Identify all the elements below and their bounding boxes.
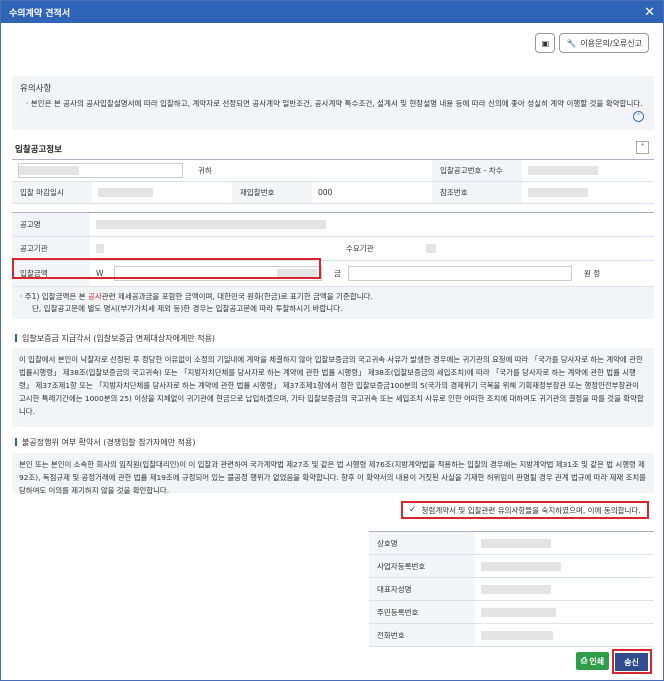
wrench-icon: 🔧 — [566, 38, 577, 48]
amount-kr-field — [348, 266, 572, 281]
agree-label: 청렴계약서 및 입찰관련 유의사항들을 숙지하였으며, 이에 동의합니다. — [421, 505, 641, 515]
amount-kr-prefix: 금 — [334, 269, 341, 278]
fair-trade-title: 불공정행위 여부 확약서 (경쟁입찰 참가자에만 적용) — [15, 437, 196, 448]
notice-panel: 유의사항 · 본인은 본 공사의 공사입찰설명서에 따라 입찰하고, 계약자로 … — [12, 76, 654, 130]
bizno-label: 사업자등록번호 — [369, 555, 475, 577]
title-bar: 수의계약 견적서 ✕ — [1, 1, 663, 23]
demand-label: 수요기관 — [346, 244, 374, 253]
recipient-field — [18, 163, 183, 178]
bid-no-label: 입찰공고번호 - 차수 — [432, 160, 522, 181]
close-icon[interactable]: ✕ — [644, 5, 655, 20]
collapse-button[interactable]: ˄ — [636, 141, 649, 154]
rrn-label: 주민등록번호 — [369, 601, 475, 623]
help-report-label: 이용문의/오류신고 — [580, 38, 642, 48]
ceo-label: 대표자성명 — [369, 578, 475, 600]
bid-info-form: 귀하 입찰공고번호 - 차수 입찰 마감일시 재입찰번호 000 참조번호 — [12, 159, 654, 204]
printer-icon: ⎙ — [580, 656, 588, 665]
amount-highlight — [12, 258, 321, 279]
notice-title: 유의사항 — [20, 84, 52, 94]
window-title: 수의계약 견적서 — [9, 8, 71, 19]
rebid-label: 재입찰번호 — [232, 182, 312, 203]
fair-trade-text: 본인 또는 본인이 소속한 회사의 임직원(입찰대리인)이 이 입찰과 관련하여… — [12, 453, 654, 495]
recipient-suffix: 귀하 — [198, 166, 212, 175]
chevron-up-icon[interactable]: ˄ — [633, 111, 644, 122]
guarantee-text: 이 입찰에서 본인이 낙찰자로 선정된 후 정당한 이유없이 소정의 기일내에 … — [12, 348, 654, 427]
save-button[interactable]: ▣ — [535, 33, 556, 53]
deadline-label: 입찰 마감일시 — [12, 182, 92, 203]
company-label: 상호명 — [369, 532, 475, 554]
ref-label: 참조번호 — [432, 182, 522, 203]
name-label: 공고명 — [12, 213, 90, 236]
signer-form: 상호명 사업자등록번호 대표자성명 주민등록번호 전화번호 — [369, 531, 654, 647]
notice-text: · 본인은 본 공사의 공사입찰설명서에 따라 입찰하고, 계약자로 선정되면 … — [26, 99, 643, 108]
chevron-up-icon: ˄ — [640, 143, 645, 152]
phone-label: 전화번호 — [369, 624, 475, 646]
agree-checkbox[interactable]: ✓ 청렴계약서 및 입찰관련 유의사항들을 숙지하였으며, 이에 동의합니다. — [401, 501, 649, 519]
send-button[interactable]: 송신 — [615, 653, 648, 671]
rebid-value: 000 — [318, 188, 333, 197]
print-button[interactable]: ⎙ 인쇄 — [576, 652, 609, 670]
toolbar: ▣ 🔧 이용문의/오류신고 — [535, 33, 649, 53]
floppy-icon: ▣ — [541, 38, 550, 48]
help-report-button[interactable]: 🔧 이용문의/오류신고 — [559, 33, 649, 53]
amount-kr-suffix: 원 정 — [584, 269, 601, 278]
check-icon: ✓ — [409, 505, 417, 515]
agency-label: 공고기관 — [12, 237, 90, 260]
quote-dialog: 수의계약 견적서 ✕ ▣ 🔧 이용문의/오류신고 유의사항 · 본인은 본 공사… — [0, 0, 664, 681]
bid-info-title: 입찰공고정보 — [15, 145, 62, 155]
send-label: 송신 — [624, 657, 639, 667]
guarantee-title: 입찰보증금 지급각서 (입찰보증금 면제대상자에게만 적용) — [15, 333, 215, 344]
amount-note: · 주1) 입찰금액은 본 공사관련 제세공과금을 포함한 금액이며, 대한민국… — [12, 287, 654, 319]
print-label: 인쇄 — [589, 656, 605, 666]
